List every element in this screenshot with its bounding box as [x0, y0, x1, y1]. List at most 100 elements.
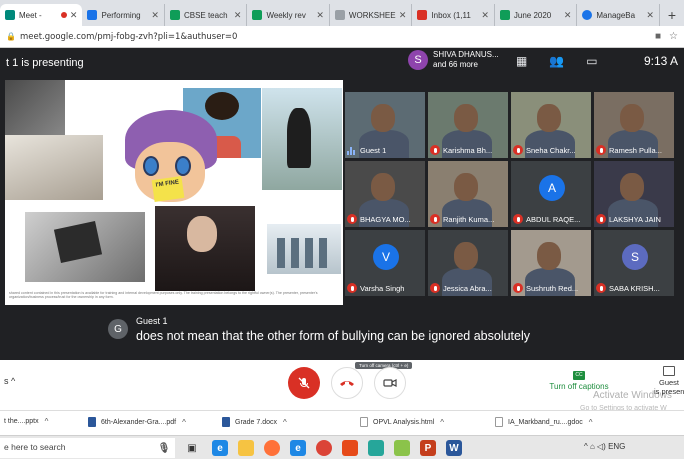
- meeting-details-toggle[interactable]: s ^: [4, 376, 15, 386]
- caption-speaker-name: Guest 1: [136, 316, 168, 326]
- presentation-toggle[interactable]: Guest is present: [654, 366, 684, 396]
- bookmark-star-icon[interactable]: ☆: [669, 31, 678, 42]
- presenter-chip[interactable]: S SHIVA DHANUS... and 66 more: [408, 50, 499, 70]
- present-screen-icon: [663, 366, 675, 376]
- participant-tile[interactable]: LAKSHYA JAIN: [594, 161, 674, 227]
- download-item[interactable]: IA_Markband_ru....gdoc ^: [495, 417, 592, 427]
- participant-name-row: Jessica Abra...: [430, 283, 492, 293]
- captions-icon: CC: [573, 371, 585, 380]
- photo-afro-hair: [205, 92, 239, 120]
- chevron-up-icon[interactable]: ^: [440, 418, 444, 427]
- chevron-up-icon[interactable]: ^: [45, 417, 49, 426]
- participant-tile[interactable]: S SABA KRISH...: [594, 230, 674, 296]
- system-tray[interactable]: ^ ⌂ ◁) ENG: [584, 442, 625, 451]
- presenter-label: Guest: [658, 378, 679, 387]
- mic-muted-icon: [347, 283, 357, 293]
- task-view-icon[interactable]: ▣: [184, 440, 200, 456]
- chevron-up-icon[interactable]: ^: [182, 418, 186, 427]
- meeting-controls: s ^ Turn off camera (ctrl + e) CC Turn o…: [0, 360, 684, 412]
- meet-window: t 1 is presenting S SHIVA DHANUS... and …: [0, 48, 684, 360]
- anime-eye-right: [175, 156, 191, 176]
- close-tab-icon[interactable]: ✕: [234, 10, 242, 21]
- ie-icon[interactable]: e: [290, 440, 306, 456]
- download-name: OPVL Analysis.html: [373, 418, 435, 426]
- paint-icon[interactable]: [368, 440, 384, 456]
- tab-meet[interactable]: Meet - ✕: [0, 4, 83, 26]
- participant-tile[interactable]: Sushruth Red...: [511, 230, 591, 296]
- lock-icon[interactable]: 🔒: [6, 32, 16, 41]
- participant-tile[interactable]: Karishma Bh...: [428, 92, 508, 158]
- participant-head: [620, 173, 644, 201]
- mic-toggle-button[interactable]: [288, 367, 320, 399]
- firefox-icon[interactable]: [264, 440, 280, 456]
- chat-icon[interactable]: ▭: [586, 54, 597, 68]
- tab-title: Performing: [101, 10, 141, 20]
- app-icon[interactable]: [394, 440, 410, 456]
- participant-tile[interactable]: Sneha Chakr...: [511, 92, 591, 158]
- tab-june[interactable]: June 2020 ✕: [495, 4, 578, 26]
- edge-icon[interactable]: e: [212, 440, 228, 456]
- close-tab-icon[interactable]: ✕: [399, 10, 407, 21]
- participant-tile[interactable]: A ABDUL RAQE...: [511, 161, 591, 227]
- close-tab-icon[interactable]: ✕: [481, 10, 489, 21]
- chevron-up-icon[interactable]: ^: [283, 418, 287, 427]
- shared-slide-caption: shared content contained in this present…: [9, 291, 318, 300]
- powerpoint-icon[interactable]: P: [420, 440, 436, 456]
- participant-avatar: A: [539, 175, 565, 201]
- caption-text: does not mean that the other form of bul…: [136, 329, 531, 343]
- close-tab-icon[interactable]: ✕: [646, 10, 654, 21]
- media-player-icon[interactable]: [342, 440, 358, 456]
- tab-cbse[interactable]: CBSE teach ✕: [165, 4, 248, 26]
- close-tab-icon[interactable]: ✕: [316, 10, 324, 21]
- captions-toggle[interactable]: CC Turn off captions: [546, 368, 612, 391]
- mic-muted-icon: [513, 283, 523, 293]
- camera-toggle-button[interactable]: [374, 367, 406, 399]
- download-item[interactable]: 6th-Alexander-Gra....pdf ^: [88, 417, 186, 427]
- close-tab-icon[interactable]: ✕: [70, 10, 78, 21]
- tab-worksheet[interactable]: WORKSHEE ✕: [330, 4, 413, 26]
- photo-mug: [5, 80, 65, 140]
- layout-icon[interactable]: ▦: [516, 54, 527, 68]
- tab-inbox[interactable]: Inbox (1,11 ✕: [412, 4, 495, 26]
- tab-weekly[interactable]: Weekly rev ✕: [247, 4, 330, 26]
- participant-tile[interactable]: V Varsha Singh: [345, 230, 425, 296]
- tab-performing[interactable]: Performing ✕: [82, 4, 165, 26]
- photo-book: [5, 135, 103, 200]
- leave-call-button[interactable]: [331, 367, 363, 399]
- download-item[interactable]: Grade 7.docx ^: [222, 417, 287, 427]
- word-icon[interactable]: W: [446, 440, 462, 456]
- browser-tab-strip: Meet - ✕ Performing ✕ CBSE teach ✕ Weekl…: [0, 0, 684, 26]
- mic-icon[interactable]: 🎙: [156, 440, 172, 456]
- close-tab-icon[interactable]: ✕: [151, 10, 159, 21]
- mic-off-icon: [298, 377, 310, 389]
- page-favicon-icon: [334, 10, 345, 20]
- chrome-icon[interactable]: [316, 440, 332, 456]
- participant-tile[interactable]: BHAGYA MO...: [345, 161, 425, 227]
- participant-name: Ramesh Pulla...: [609, 145, 662, 155]
- camera-permission-icon[interactable]: ■: [655, 31, 661, 42]
- mic-muted-icon: [430, 145, 440, 155]
- file-explorer-icon[interactable]: [238, 440, 254, 456]
- close-tab-icon[interactable]: ✕: [564, 10, 572, 21]
- url-field[interactable]: meet.google.com/pmj-fobg-zvh?pli=1&authu…: [20, 32, 647, 42]
- participant-name: BHAGYA MO...: [360, 214, 411, 224]
- tab-managebac[interactable]: ManageBa ✕: [577, 4, 660, 26]
- speaking-indicator-icon: [347, 145, 357, 155]
- participant-tile[interactable]: Ramesh Pulla...: [594, 92, 674, 158]
- doc-favicon-icon: [87, 10, 98, 20]
- download-name: IA_Markband_ru....gdoc: [508, 418, 583, 426]
- participant-tile[interactable]: Jessica Abra...: [428, 230, 508, 296]
- participant-tile[interactable]: Guest 1: [345, 92, 425, 158]
- download-name: t the....pptx: [4, 418, 39, 425]
- meeting-clock: 9:13 A: [644, 54, 679, 68]
- participant-name-row: Ramesh Pulla...: [596, 145, 662, 155]
- participant-head: [454, 104, 478, 132]
- download-item[interactable]: t the....pptx ^: [4, 417, 48, 426]
- download-item[interactable]: OPVL Analysis.html ^: [360, 417, 444, 427]
- shared-screen: I'M FINE shared content contained in thi…: [5, 80, 343, 305]
- new-tab-button[interactable]: +: [660, 4, 684, 26]
- chevron-up-icon[interactable]: ^: [589, 418, 593, 427]
- taskbar-search-input[interactable]: e here to search: [0, 438, 175, 458]
- people-icon[interactable]: 👥: [549, 54, 564, 68]
- participant-tile[interactable]: Ranjith Kuma...: [428, 161, 508, 227]
